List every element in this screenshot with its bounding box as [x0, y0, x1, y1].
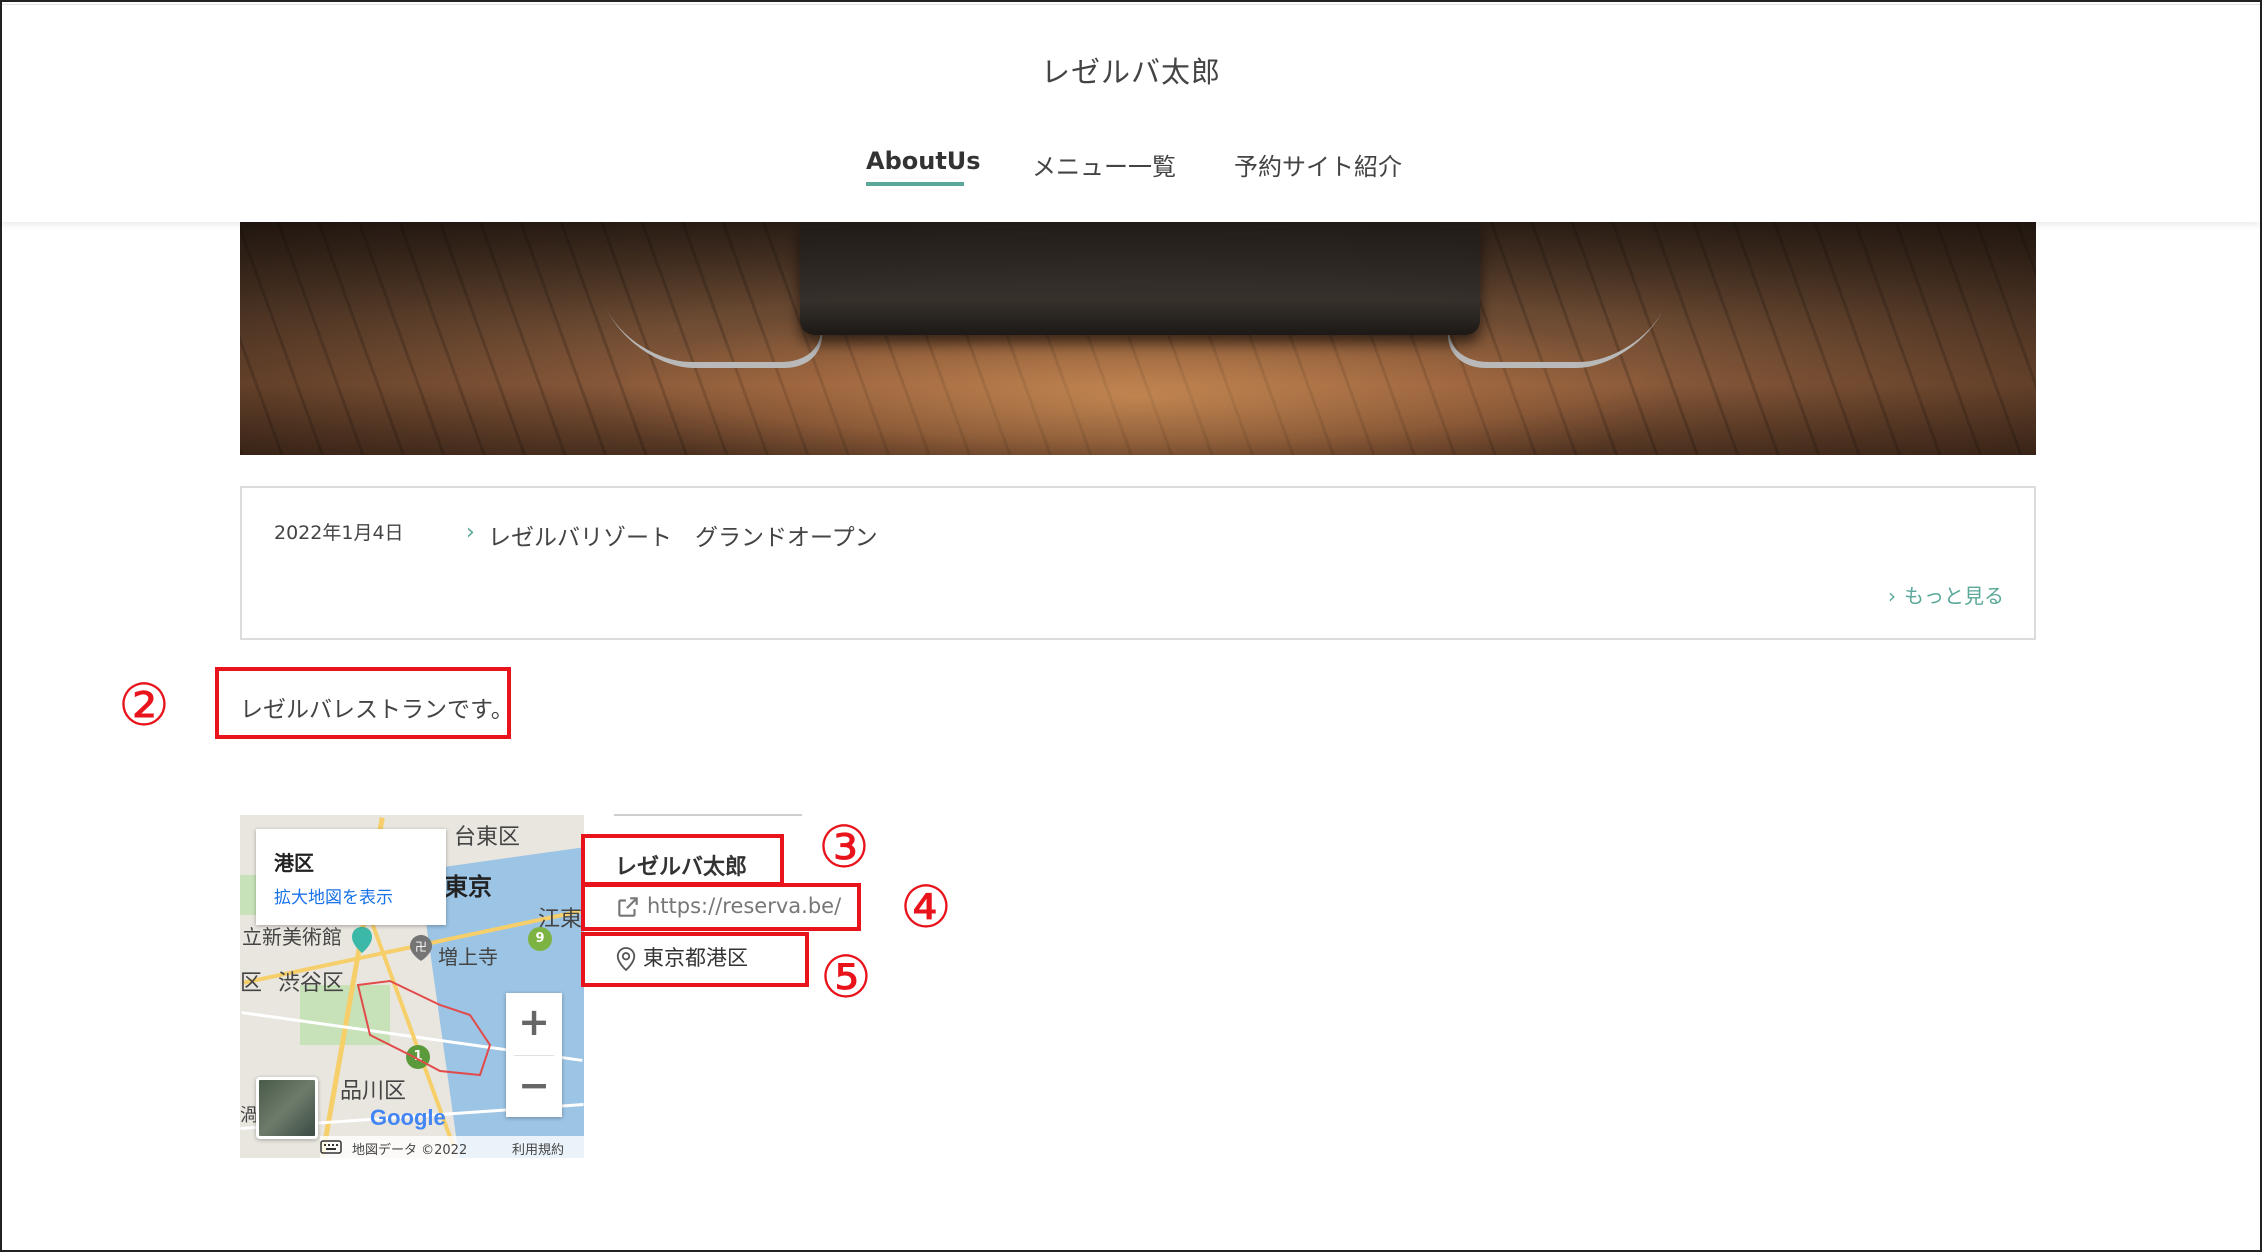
- chevron-right-icon: ›: [466, 520, 475, 545]
- svg-text:卍: 卍: [415, 940, 427, 954]
- annotation-box-5: [581, 932, 809, 987]
- temple-pin-icon: 卍: [410, 935, 432, 961]
- map-label-museum: 立新美術館: [242, 927, 342, 949]
- view-larger-map-link[interactable]: 拡大地図を表示: [274, 883, 393, 908]
- site-title[interactable]: レゼルバ太郎: [2, 49, 2260, 91]
- more-news-label: もっと見る: [1904, 584, 2004, 608]
- news-box: 2022年1月4日 › レゼルバリゾート グランドオープン › もっと見る: [240, 486, 2036, 640]
- zoom-in-button[interactable]: +: [506, 993, 562, 1055]
- map-pin-icon: [352, 927, 372, 953]
- map-label-shibuya: 渋谷区: [278, 970, 345, 995]
- map-label-zojoji: 増上寺: [438, 947, 498, 969]
- zoom-control: + −: [506, 993, 562, 1117]
- news-date: 2022年1月4日: [274, 522, 404, 544]
- active-tab-underline: [866, 182, 964, 186]
- site-header: レゼルバ太郎 AboutUs メニュー一覧 予約サイト紹介: [2, 4, 2260, 222]
- map-label-tokyo: 東京: [444, 874, 492, 901]
- annotation-number-2: ②: [118, 671, 170, 739]
- zoom-out-button[interactable]: −: [506, 1056, 562, 1118]
- map-terms-link[interactable]: 利用規約: [512, 1139, 564, 1158]
- news-item-link[interactable]: レゼルバリゾート グランドオープン: [488, 518, 878, 552]
- satellite-toggle[interactable]: [256, 1077, 318, 1139]
- area-boundary: [356, 979, 492, 1077]
- annotation-number-5: ⑤: [820, 943, 872, 1011]
- nav-tab-aboutus[interactable]: AboutUs: [866, 147, 981, 175]
- map-data-credit: 地図データ ©2022: [352, 1143, 468, 1158]
- map-label-ku: 区: [240, 970, 263, 995]
- nav-tab-reservation-site[interactable]: 予約サイト紹介: [1234, 147, 1402, 182]
- hero-image: [240, 222, 2036, 455]
- keyboard-icon[interactable]: [320, 1139, 342, 1154]
- map-footer: 地図データ ©2022 利用規約: [320, 1136, 584, 1158]
- google-map[interactable]: 台東区 東京 江東 立新美術館 増上寺 渋谷区 区 品川区 渦 9 1 卍 港区…: [240, 815, 584, 1158]
- chevron-right-icon: ›: [1888, 584, 1896, 608]
- map-card-place: 港区: [274, 851, 314, 875]
- annotation-box-4: [581, 883, 861, 931]
- google-logo: Google: [370, 1105, 446, 1130]
- more-news-link[interactable]: › もっと見る: [1888, 580, 2004, 609]
- metro-badge: 9: [528, 927, 552, 951]
- annotation-box-3: [581, 834, 784, 886]
- map-label-taito: 台東区: [454, 824, 521, 849]
- annotation-number-4: ④: [900, 873, 952, 941]
- annotation-number-3: ③: [818, 813, 870, 881]
- map-info-card: 港区 拡大地図を表示: [256, 829, 446, 925]
- nav-tab-menu-list[interactable]: メニュー一覧: [1032, 147, 1176, 182]
- place-divider: [614, 814, 802, 816]
- annotation-box-2: [215, 667, 511, 739]
